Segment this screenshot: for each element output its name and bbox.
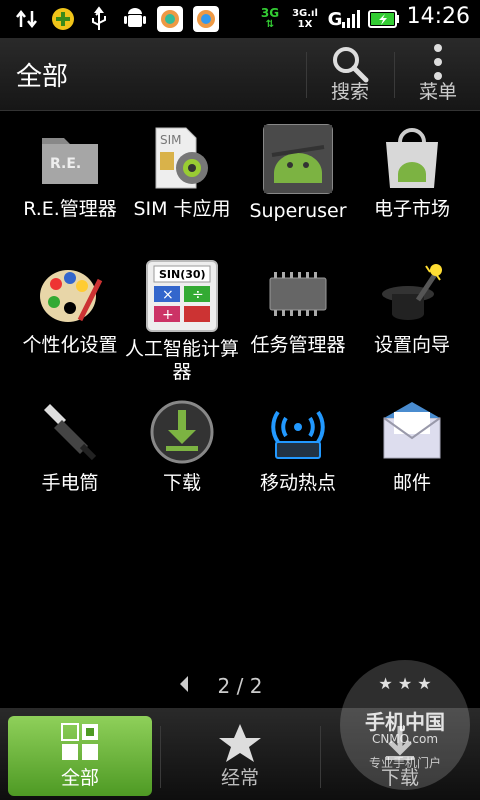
watermark-brand: 手机中国 xyxy=(365,710,445,734)
page-title: 全部 xyxy=(16,62,69,92)
menu-button[interactable]: 菜单 xyxy=(396,38,480,110)
app-task-manager[interactable]: 任务管理器 xyxy=(238,260,358,357)
app-superuser[interactable]: Superuser xyxy=(238,124,358,223)
app-label: 个性化设置 xyxy=(22,334,118,356)
battery-charging-icon xyxy=(368,6,400,32)
svg-text:SIN(30): SIN(30) xyxy=(159,268,206,281)
app-label: 移动热点 xyxy=(259,472,336,494)
overflow-menu-icon xyxy=(434,44,442,80)
svg-text:÷: ÷ xyxy=(192,287,204,303)
star-icon xyxy=(219,724,261,762)
svg-text:SIM: SIM xyxy=(160,133,182,147)
tab-divider xyxy=(320,726,321,788)
app-market[interactable]: 电子市场 xyxy=(352,124,472,221)
svg-text:R.E.: R.E. xyxy=(50,156,81,172)
tab-frequent-label: 经常 xyxy=(220,767,259,789)
watermark-url: CNMO.com xyxy=(371,732,439,746)
app-ai-calculator[interactable]: SIN(30) × ÷ + 人工智能计算器 xyxy=(122,260,242,384)
app-notification-icon-1 xyxy=(156,6,184,32)
signal-strength-icon: G xyxy=(326,6,362,32)
app-mail[interactable]: 邮件 xyxy=(352,398,472,495)
header-divider xyxy=(394,52,395,98)
usb-icon xyxy=(86,6,112,32)
app-re-manager[interactable]: R.E. R.E.管理器 xyxy=(10,124,130,221)
app-setup-wizard[interactable]: 设置向导 xyxy=(352,260,472,357)
sim-card-gear-icon: SIM xyxy=(148,124,216,192)
menu-label: 菜单 xyxy=(418,81,457,103)
app-label: 邮件 xyxy=(392,472,431,494)
status-bar: 3G ⇅ 3G.ıl 1X G 14:26 xyxy=(0,0,480,38)
app-label: R.E.管理器 xyxy=(23,198,117,220)
grid-view-icon xyxy=(61,723,98,760)
network-arrows-icon: ⇅ xyxy=(265,19,275,30)
previous-page-arrow-icon[interactable] xyxy=(178,674,190,699)
app-label: 人工智能计算器 xyxy=(124,338,239,383)
android-debug-icon xyxy=(122,6,148,32)
folder-icon: R.E. xyxy=(36,124,104,192)
network-3g-indicator: 3G ⇅ xyxy=(258,6,282,32)
app-notification-icon-2 xyxy=(192,6,220,32)
app-label: 手电筒 xyxy=(41,472,99,494)
signal-bars-small: 3G.ıl xyxy=(292,8,318,19)
tab-all-label: 全部 xyxy=(60,767,99,789)
watermark-slogan: 专业手机门户 xyxy=(368,756,441,770)
app-mobile-hotspot[interactable]: 移动热点 xyxy=(238,398,358,495)
network-type-label: 3G xyxy=(260,6,280,20)
chip-icon xyxy=(264,260,332,328)
svg-text:+: + xyxy=(162,307,174,323)
mail-icon xyxy=(378,398,446,466)
download-icon xyxy=(148,398,216,466)
tab-frequent[interactable]: 经常 xyxy=(168,716,312,796)
search-label: 搜索 xyxy=(330,81,369,103)
magic-hat-icon xyxy=(378,260,446,328)
app-label: 设置向导 xyxy=(373,334,450,356)
hotspot-icon xyxy=(264,398,332,466)
flashlight-icon xyxy=(36,398,104,466)
app-label: 任务管理器 xyxy=(250,334,346,356)
tab-all[interactable]: 全部 xyxy=(8,716,152,796)
calculator-icon: SIN(30) × ÷ + xyxy=(146,260,218,332)
palette-icon xyxy=(36,260,104,328)
market-bag-icon xyxy=(378,124,446,192)
clock: 14:26 xyxy=(406,4,470,29)
watermark-stars: ★ ★ ★ xyxy=(378,674,432,693)
app-flashlight[interactable]: 手电筒 xyxy=(10,398,130,495)
header-divider xyxy=(306,52,307,98)
android-superuser-icon xyxy=(263,124,333,194)
tab-divider xyxy=(160,726,161,788)
app-label: 电子市场 xyxy=(373,198,450,220)
data-transfer-icon xyxy=(14,6,40,32)
plus-notification-icon xyxy=(50,6,76,32)
svg-text:×: × xyxy=(162,287,174,303)
app-drawer-header: 全部 搜索 菜单 xyxy=(0,38,480,111)
app-label: SIM 卡应用 xyxy=(133,198,231,220)
network-sub-label: 1X xyxy=(297,19,313,30)
signal-label: G xyxy=(327,8,343,30)
app-label: 下载 xyxy=(162,472,201,494)
page-number: 2 / 2 xyxy=(217,674,263,698)
search-button[interactable]: 搜索 xyxy=(308,38,392,110)
app-label: Superuser xyxy=(249,200,347,222)
app-personalize[interactable]: 个性化设置 xyxy=(10,260,130,357)
cnmo-watermark: ★ ★ ★ 手机中国 CNMO.com 专业手机门户 xyxy=(340,660,470,790)
network-1x-indicator: 3G.ıl 1X xyxy=(292,6,318,32)
app-sim-toolkit[interactable]: SIM SIM 卡应用 xyxy=(122,124,242,221)
app-downloads[interactable]: 下载 xyxy=(122,398,242,495)
